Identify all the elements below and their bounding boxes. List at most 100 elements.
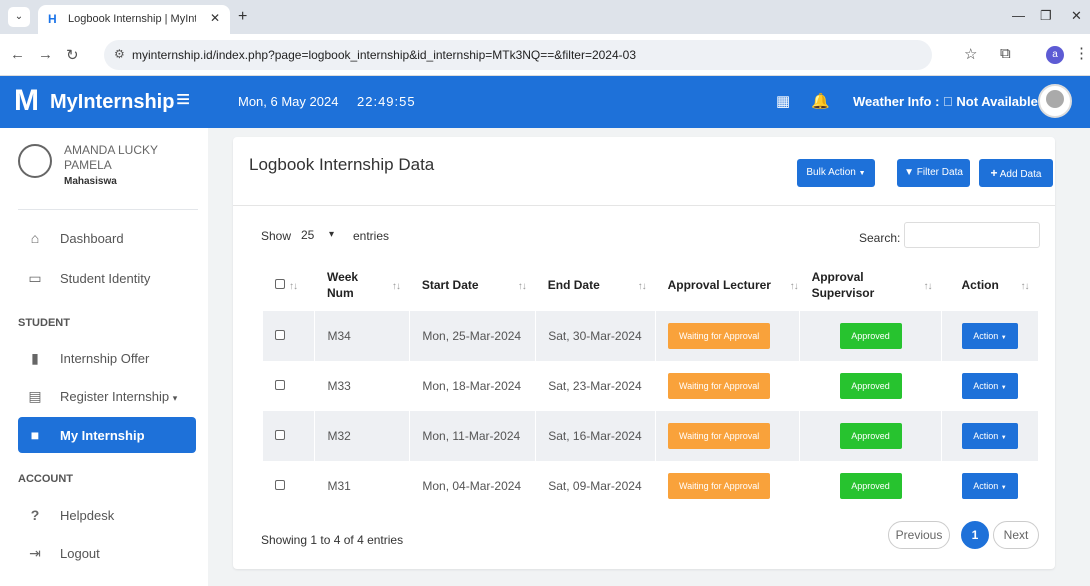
user-avatar[interactable] <box>1038 84 1072 118</box>
row-checkbox[interactable] <box>275 430 285 440</box>
column-header-week-num[interactable]: Week Num ↑↓ <box>315 259 410 311</box>
sidebar-item-helpdesk[interactable]: ? Helpdesk <box>18 497 196 533</box>
row-action-button[interactable]: Action ▼ <box>961 373 1018 399</box>
sidebar-item-student-identity[interactable]: ▭ Student Identity <box>18 260 196 296</box>
status-badge: Waiting for Approval <box>668 423 771 449</box>
table-row[interactable]: M34 Mon, 25-Mar-2024 Sat, 30-Mar-2024 Wa… <box>263 311 1040 361</box>
sidebar-item-label: Student Identity <box>60 271 151 286</box>
sidebar-item-my-internship[interactable]: ■ My Internship <box>18 417 196 453</box>
column-header-start-date[interactable]: Start Date ↑↓ <box>410 259 536 311</box>
start-date-cell: Mon, 11-Mar-2024 <box>409 411 537 461</box>
sidebar-item-text: Register Internship <box>60 389 170 404</box>
sort-icon: ↑↓ <box>789 281 799 292</box>
column-header-approval-supervisor[interactable]: Approval Supervisor ↑↓ <box>800 259 942 311</box>
pagination-previous[interactable]: Previous <box>888 521 950 549</box>
filter-data-button[interactable]: ▼ Filter Data <box>897 159 970 187</box>
start-date-cell: Mon, 25-Mar-2024 <box>409 311 537 361</box>
row-action-button[interactable]: Action ▼ <box>961 473 1018 499</box>
end-date-cell: Sat, 09-Mar-2024 <box>535 461 657 511</box>
row-checkbox-cell <box>263 361 316 411</box>
filter-icon: ▼ <box>904 167 914 178</box>
back-arrow-icon[interactable]: ← <box>10 46 25 63</box>
browser-tab[interactable]: H Logbook Internship | MyInterns ✕ <box>38 5 230 34</box>
action-cell: Action ▼ <box>941 361 1040 411</box>
browser-menu-icon[interactable]: ⋮ <box>1074 44 1089 62</box>
search-input[interactable] <box>904 222 1040 248</box>
calendar-icon[interactable]: ▦ <box>776 92 790 110</box>
forward-arrow-icon[interactable]: → <box>38 46 53 63</box>
pagination-next[interactable]: Next <box>993 521 1039 549</box>
plus-icon: + <box>990 166 998 180</box>
tab-search-chevron-icon[interactable]: ⌄ <box>8 7 30 27</box>
end-date-cell: Sat, 16-Mar-2024 <box>535 411 657 461</box>
sidebar-item-logout[interactable]: ⇥ Logout <box>18 535 196 571</box>
sidebar-item-register-internship[interactable]: ▤ Register Internship ▾ <box>18 378 196 414</box>
minimize-icon[interactable]: — <box>1012 8 1025 23</box>
row-checkbox-cell <box>263 411 316 461</box>
column-header-approval-lecturer[interactable]: Approval Lecturer ↑↓ <box>656 259 800 311</box>
column-header-label: End Date <box>547 278 600 292</box>
status-badge: Approved <box>839 423 902 449</box>
sidebar-item-internship-offer[interactable]: ▮ Internship Offer <box>18 340 196 376</box>
close-window-icon[interactable]: ✕ <box>1071 8 1082 24</box>
section-account: ACCOUNT <box>18 473 73 485</box>
table-row[interactable]: M33 Mon, 18-Mar-2024 Sat, 23-Mar-2024 Wa… <box>263 361 1040 411</box>
table-row[interactable]: M31 Mon, 04-Mar-2024 Sat, 09-Mar-2024 Wa… <box>263 461 1040 511</box>
site-info-icon[interactable]: ⚙ <box>114 47 125 61</box>
app-logo-text[interactable]: MyInternship <box>50 91 174 114</box>
approval-supervisor-cell: Approved <box>799 361 942 411</box>
bookmark-star-icon[interactable]: ☆ <box>964 45 977 63</box>
tab-close-icon[interactable]: ✕ <box>210 11 220 25</box>
row-checkbox[interactable] <box>275 480 285 490</box>
column-header-select[interactable]: ↑↓ <box>263 259 315 311</box>
url-text[interactable]: myinternship.id/index.php?page=logbook_i… <box>132 48 636 62</box>
new-tab-plus-icon[interactable]: + <box>238 8 247 26</box>
bulk-action-button[interactable]: Bulk Action ▼ <box>797 159 875 187</box>
action-cell: Action ▼ <box>941 411 1040 461</box>
bulk-action-label: Bulk Action <box>806 167 856 178</box>
divider <box>233 205 1055 206</box>
row-action-label: Action <box>973 331 999 341</box>
hamburger-menu-icon[interactable]: ≡ <box>176 88 190 112</box>
row-checkbox[interactable] <box>275 330 285 340</box>
status-badge: Waiting for Approval <box>668 323 771 349</box>
sort-icon: ↑↓ <box>391 281 401 292</box>
user-role: Mahasiswa <box>64 176 117 187</box>
approval-lecturer-cell: Waiting for Approval <box>655 361 801 411</box>
end-date-cell: Sat, 23-Mar-2024 <box>535 361 657 411</box>
week-num-cell: M31 <box>314 461 411 511</box>
pagination-page-1[interactable]: 1 <box>961 521 989 549</box>
row-action-label: Action <box>973 481 999 491</box>
action-cell: Action ▼ <box>941 461 1040 511</box>
select-all-checkbox[interactable] <box>275 279 285 289</box>
reload-icon[interactable]: ↻ <box>66 46 79 64</box>
restore-icon[interactable]: ❐ <box>1040 8 1052 24</box>
column-header-label: Action <box>961 278 999 292</box>
row-checkbox[interactable] <box>275 380 285 390</box>
column-header-label: Approval Lecturer <box>667 278 771 292</box>
table-row[interactable]: M32 Mon, 11-Mar-2024 Sat, 16-Mar-2024 Wa… <box>263 411 1040 461</box>
id-card-icon: ▭ <box>28 270 42 286</box>
logbook-table: ↑↓ Week Num ↑↓ Start Date ↑↓ End Date ↑↓ Ap… <box>263 259 1040 511</box>
add-data-button[interactable]: + Add Data <box>979 159 1053 187</box>
sidebar-item-dashboard[interactable]: ⌂ Dashboard <box>18 220 196 256</box>
profile-avatar[interactable]: a <box>1046 46 1064 64</box>
page-length-select[interactable]: 25 ▾ <box>291 223 347 247</box>
app-header: Mon, 6 May 2024 22:49:55 ▦ 🔔 Weather Inf… <box>208 76 1090 128</box>
bell-icon[interactable]: 🔔 <box>811 92 830 110</box>
row-action-button[interactable]: Action ▼ <box>961 423 1018 449</box>
logbook-card: Logbook Internship Data Bulk Action ▼ ▼ … <box>233 137 1055 569</box>
browser-toolbar: ← → ↻ ⚙ myinternship.id/index.php?page=l… <box>0 34 1090 76</box>
weather-label: Weather Info : <box>853 94 953 109</box>
end-date-cell: Sat, 30-Mar-2024 <box>535 311 657 361</box>
column-header-end-date[interactable]: End Date ↑↓ <box>536 259 656 311</box>
column-header-action[interactable]: Action ↑↓ <box>941 259 1038 311</box>
extensions-puzzle-icon[interactable]: ⧉ <box>1000 45 1011 62</box>
row-action-button[interactable]: Action ▼ <box>961 323 1018 349</box>
user-profile: AMANDA LUCKY PAMELA Mahasiswa <box>18 140 198 210</box>
row-action-label: Action <box>973 381 999 391</box>
filter-data-label: Filter Data <box>916 167 963 178</box>
sort-icon: ↑↓ <box>1020 281 1030 292</box>
question-icon: ? <box>30 507 40 523</box>
address-bar[interactable]: ⚙ myinternship.id/index.php?page=logbook… <box>104 40 932 70</box>
